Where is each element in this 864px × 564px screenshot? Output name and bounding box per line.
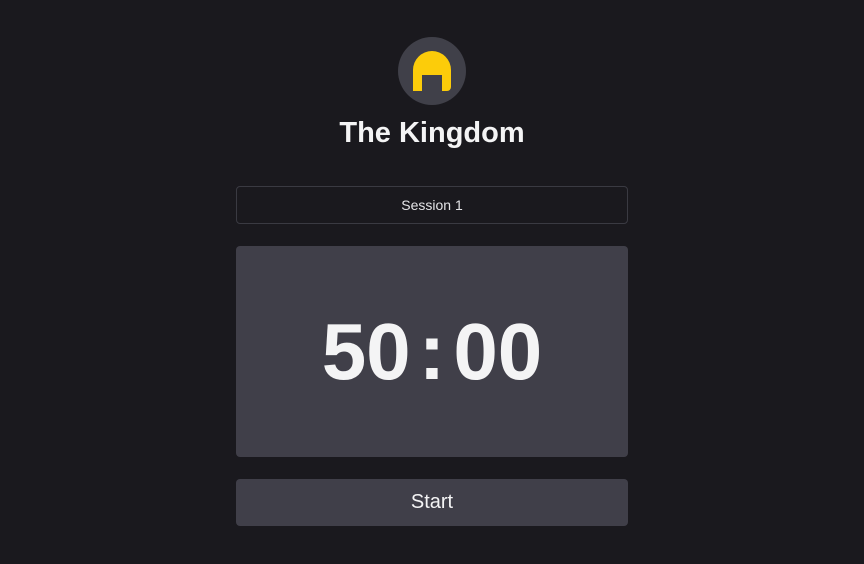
timer-minutes: 50: [321, 306, 411, 396]
arch-icon: [413, 51, 451, 91]
timer-display: 50 : 00: [236, 246, 628, 457]
start-button[interactable]: Start: [236, 479, 628, 526]
app-logo: [398, 37, 466, 105]
timer-separator: :: [418, 306, 446, 396]
page-title: The Kingdom: [339, 117, 525, 149]
session-name-input[interactable]: [236, 186, 628, 224]
timer-seconds: 00: [453, 306, 543, 396]
